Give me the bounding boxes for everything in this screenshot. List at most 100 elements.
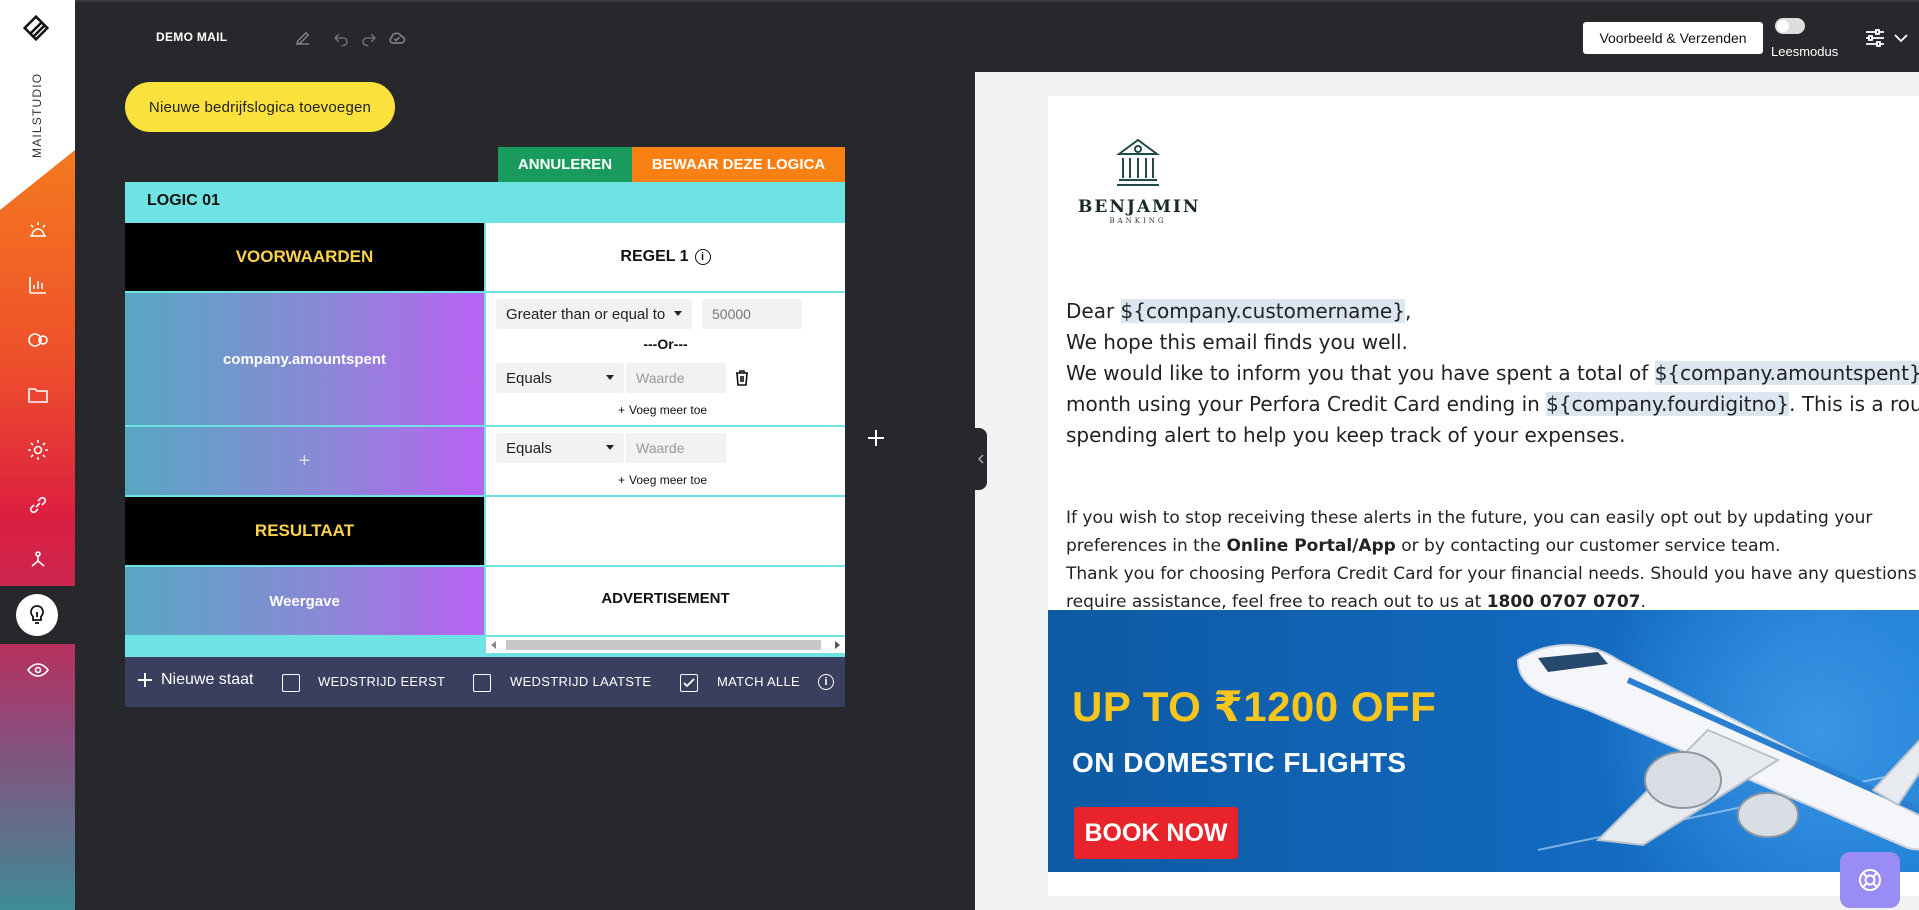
value-input[interactable]: 50000 <box>702 299 802 329</box>
templates-icon[interactable] <box>24 326 52 354</box>
rule-label: REGEL 1 <box>620 248 689 265</box>
preview-send-button[interactable]: Voorbeeld & Verzenden <box>1583 22 1763 54</box>
lifebuoy-icon <box>1859 869 1881 891</box>
new-state-button[interactable]: Nieuwe staat <box>137 671 254 689</box>
add-condition-button[interactable]: + <box>125 427 484 495</box>
operator-value: Equals <box>506 439 552 457</box>
book-now-button[interactable]: BOOK NOW <box>1074 807 1238 859</box>
collapse-panel-handle[interactable] <box>975 428 987 490</box>
operator-value: Equals <box>506 369 552 387</box>
reading-mode-toggle[interactable] <box>1775 18 1805 34</box>
eye-icon[interactable] <box>24 656 52 684</box>
logic-title: LOGIC 01 <box>125 182 845 223</box>
operator-select[interactable]: Greater than or equal to <box>496 299 692 329</box>
left-rail: MAILSTUDIO <box>0 0 75 910</box>
chevron-left-icon <box>977 454 984 464</box>
match-all-label: MATCH ALLE <box>717 674 800 689</box>
chevron-down-icon[interactable] <box>1893 30 1909 46</box>
value-input[interactable]: Waarde <box>626 363 726 393</box>
info-icon[interactable]: i <box>694 249 711 265</box>
add-more-link[interactable]: + Voeg meer toe <box>618 473 707 487</box>
bank-logo: BENJAMIN BANKING <box>1078 136 1198 236</box>
new-state-label: Nieuwe staat <box>161 671 254 688</box>
add-more-link[interactable]: + Voeg meer toe <box>618 403 707 417</box>
folder-icon[interactable] <box>24 381 52 409</box>
sliders-icon[interactable] <box>1863 26 1887 50</box>
gear-icon[interactable] <box>24 436 52 464</box>
display-label: Weergave <box>125 567 484 635</box>
caret-down-icon <box>606 375 614 380</box>
analytics-icon[interactable] <box>24 271 52 299</box>
match-last-checkbox[interactable] <box>473 674 491 692</box>
customer-name-variable[interactable]: ${company.customername} <box>1120 299 1405 323</box>
redo-icon[interactable] <box>359 28 379 48</box>
banner-headline: UP TO ₹1200 OFF <box>1072 683 1437 730</box>
advertisement-banner[interactable]: UP TO ₹1200 OFF ON DOMESTIC FLIGHTS BOOK… <box>1048 610 1919 872</box>
workflow-icon[interactable] <box>24 546 52 574</box>
or-separator: ---Or--- <box>643 336 688 352</box>
save-logic-button[interactable]: BEWAAR DEZE LOGICA <box>632 147 845 182</box>
brand-label: MAILSTUDIO <box>30 72 44 158</box>
body-line: We hope this email finds you well. <box>1066 330 1408 354</box>
horizontal-scrollbar[interactable] <box>486 637 845 653</box>
trash-icon[interactable] <box>734 369 750 387</box>
plus-icon: + <box>618 403 626 417</box>
add-logic-plus-icon[interactable] <box>866 428 886 448</box>
plus-icon <box>138 673 152 687</box>
rail-gradient <box>0 150 75 910</box>
match-last-label: WEDSTRIJD LAATSTE <box>510 674 652 689</box>
campaign-icon[interactable] <box>24 216 52 244</box>
condition-field[interactable]: company.amountspent <box>125 293 484 425</box>
condition-rule-cell: Greater than or equal to 50000 ---Or--- … <box>486 293 845 425</box>
scroll-thumb[interactable] <box>506 640 821 650</box>
scroll-right-icon[interactable] <box>835 641 840 649</box>
logic-footer: Nieuwe staat WEDSTRIJD EERST WEDSTRIJD L… <box>125 657 845 707</box>
conditions-header: VOORWAARDEN <box>125 223 484 291</box>
result-empty-cell <box>486 497 845 565</box>
operator-select[interactable]: Equals <box>496 433 624 463</box>
add-more-label: Voeg meer toe <box>629 473 708 487</box>
edit-pencil-icon[interactable] <box>293 28 313 48</box>
bank-building-icon <box>1115 138 1161 186</box>
check-icon <box>683 678 695 688</box>
scroll-left-icon[interactable] <box>491 641 496 649</box>
logic-nav-active[interactable] <box>10 590 66 640</box>
mailstudio-logo-icon[interactable] <box>22 14 52 44</box>
body-line: If you wish to stop receiving these aler… <box>1066 508 1873 528</box>
help-button[interactable] <box>1840 852 1900 908</box>
cancel-button[interactable]: ANNULEREN <box>498 147 632 182</box>
cloud-save-icon[interactable] <box>387 28 407 48</box>
operator-value: Greater than or equal to <box>506 305 666 323</box>
airplane-icon <box>1516 644 1919 851</box>
info-icon[interactable]: i <box>818 674 834 690</box>
link-icon[interactable] <box>24 491 52 519</box>
portal-link: Online Portal/App <box>1226 536 1396 556</box>
four-digit-variable[interactable]: ${company.fourdigitno} <box>1546 392 1790 416</box>
email-preview-pane: BENJAMIN BANKING Dear ${company.customer… <box>975 72 1919 910</box>
document-title[interactable]: DEMO MAIL <box>156 30 227 44</box>
display-value-cell[interactable]: ADVERTISEMENT <box>486 567 845 635</box>
body-line: spending alert to help you keep track of… <box>1066 423 1626 447</box>
body-line: We would like to inform you that you hav… <box>1066 358 1919 389</box>
greeting-line: Dear ${company.customername}, <box>1066 299 1412 323</box>
caret-down-icon <box>674 311 682 316</box>
operator-select[interactable]: Equals <box>496 363 624 393</box>
match-all-checkbox[interactable] <box>680 674 698 692</box>
plus-icon: + <box>618 473 626 487</box>
email-canvas: BENJAMIN BANKING Dear ${company.customer… <box>1048 96 1919 896</box>
amount-spent-variable[interactable]: ${company.amountspent} <box>1654 361 1919 385</box>
add-business-logic-button[interactable]: Nieuwe bedrijfslogica toevoegen <box>125 82 395 132</box>
undo-icon[interactable] <box>331 28 351 48</box>
bank-name: BENJAMIN <box>1078 197 1201 217</box>
value-input[interactable]: Waarde <box>626 433 726 463</box>
email-body-paragraph-2: If you wish to stop receiving these aler… <box>1066 504 1919 616</box>
body-line: preferences in the Online Portal/App or … <box>1066 536 1781 556</box>
display-value: ADVERTISEMENT <box>601 589 730 607</box>
email-body-paragraph-1: Dear ${company.customername}, We hope th… <box>1066 296 1919 451</box>
result-header: RESULTAAT <box>125 497 484 565</box>
match-first-label: WEDSTRIJD EERST <box>318 674 446 689</box>
condition-rule-cell: Equals Waarde + Voeg meer toe <box>486 427 845 495</box>
match-first-checkbox[interactable] <box>282 674 300 692</box>
body-line: month using your Perfora Credit Card end… <box>1066 392 1919 416</box>
banner-subline: ON DOMESTIC FLIGHTS <box>1072 747 1407 778</box>
